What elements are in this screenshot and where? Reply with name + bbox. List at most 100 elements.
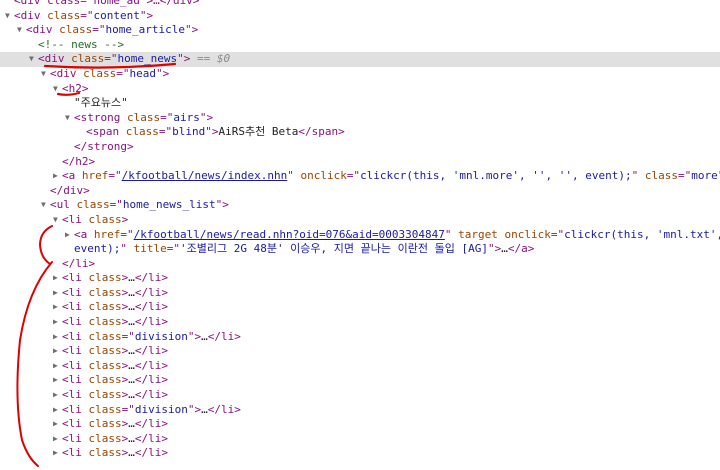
token-an: class	[71, 52, 105, 66]
expand-triangle-closed-icon[interactable]: ▶	[53, 417, 62, 432]
token-av: more	[691, 169, 718, 183]
dom-node[interactable]: </div>	[0, 184, 720, 199]
token-tag: ="	[121, 402, 135, 416]
dom-node[interactable]: ▶ <li class="division">…</li>	[0, 403, 720, 418]
token-link[interactable]: /kfootball/news/read.nhn?oid=076&aid=000…	[134, 228, 445, 241]
expand-triangle-closed-icon[interactable]: ▶	[53, 388, 62, 403]
dom-node[interactable]: ▼ <div class="head">	[0, 67, 720, 82]
dom-node[interactable]: ▼ <ul class="home_news_list">	[0, 198, 720, 213]
dom-node[interactable]: ▶ <li class>…</li>	[0, 286, 720, 301]
token-ell: …	[128, 344, 135, 358]
token-tag: <li	[62, 315, 89, 329]
dom-node[interactable]: ▶ <li class>…</li>	[0, 446, 720, 461]
token-tag: <div	[14, 8, 48, 22]
token-tag: ="	[346, 169, 361, 183]
dom-node[interactable]: ▶ <li class="division">…</li>	[0, 330, 720, 345]
token-tag: ="	[677, 169, 692, 183]
dom-node[interactable]: ▶ <li class>…</li>	[0, 271, 720, 286]
token-tag: ">	[215, 198, 229, 212]
token-tag: "	[631, 169, 645, 183]
dom-node[interactable]: <!-- news -->	[0, 38, 720, 53]
expand-triangle-open-icon[interactable]: ▼	[65, 111, 74, 126]
expand-triangle-closed-icon[interactable]: ▶	[53, 432, 62, 447]
expand-triangle-closed-icon[interactable]: ▶	[53, 373, 62, 388]
token-an: class	[644, 169, 678, 183]
expand-triangle-closed-icon[interactable]: ▶	[53, 403, 62, 418]
dom-node[interactable]: ▶ <li class>…</li>	[0, 344, 720, 359]
dom-node[interactable]: ▶ <a href="/kfootball/news/read.nhn?oid=0…	[0, 228, 720, 243]
expand-triangle-open-icon[interactable]: ▼	[53, 82, 62, 97]
dom-node[interactable]: ▼ <h2>	[0, 82, 720, 97]
dom-node[interactable]: "주요뉴스"	[0, 96, 720, 111]
token-tag: </li>	[207, 402, 241, 416]
token-an: class	[88, 212, 122, 226]
dom-node[interactable]: </li>	[0, 257, 720, 272]
token-tag: <li	[62, 285, 89, 299]
token-tag: </h2>	[62, 154, 96, 168]
expand-triangle-closed-icon[interactable]: ▶	[65, 228, 74, 243]
token-an: class	[88, 315, 122, 329]
dom-node[interactable]: ▼ <li class>	[0, 213, 720, 228]
dom-node[interactable]: event);" title="'조별리그 2G 48분' 이승우, 지면 끝나…	[0, 242, 720, 257]
expand-triangle-open-icon[interactable]: ▼	[41, 198, 50, 213]
token-an: class	[88, 358, 122, 372]
token-tag: <li	[62, 358, 89, 372]
dom-node[interactable]: ▶ <li class>…</li>	[0, 373, 720, 388]
expand-triangle-open-icon[interactable]: ▼	[29, 52, 38, 67]
expand-triangle-closed-icon[interactable]: ▶	[53, 300, 62, 315]
expand-triangle-closed-icon[interactable]: ▶	[53, 446, 62, 461]
token-tag: ">	[187, 402, 202, 416]
token-tag: </li>	[62, 256, 96, 270]
dom-node[interactable]: ▶ <li class>…</li>	[0, 417, 720, 432]
token-an: onclick	[504, 227, 551, 241]
token-tag: </li>	[134, 417, 168, 431]
expand-triangle-closed-icon[interactable]: ▶	[53, 315, 62, 330]
dom-node[interactable]: ▼ <div class="content">	[0, 9, 720, 24]
token-tag: ">	[205, 125, 219, 139]
token-link[interactable]: /kfootball/news/index.nhn	[122, 169, 288, 182]
token-tag: ">	[177, 52, 191, 66]
token-av: clickcr(this, 'mnl.txt', '880000D3	[564, 227, 720, 241]
dom-node[interactable]: ▶ <li class>…</li>	[0, 432, 720, 447]
expand-triangle-closed-icon[interactable]: ▶	[53, 344, 62, 359]
expand-triangle-closed-icon[interactable]: ▶	[53, 169, 62, 184]
token-tag: <div class="home_ad">…</div>	[14, 0, 200, 7]
token-tag: <h2>	[62, 81, 89, 95]
expand-triangle-open-icon[interactable]: ▼	[17, 23, 26, 38]
dom-node[interactable]: <div class="home_ad">…</div>	[0, 0, 720, 9]
dom-node[interactable]: ▶ <li class>…</li>	[0, 359, 720, 374]
expand-triangle-open-icon[interactable]: ▼	[53, 213, 62, 228]
token-tag: <li	[62, 344, 89, 358]
token-tag: ">	[139, 8, 154, 22]
token-tag: <div	[26, 23, 60, 37]
token-an: onclick	[300, 169, 347, 183]
token-tag: ="	[120, 227, 134, 241]
token-an: class	[88, 431, 122, 445]
dom-node[interactable]: ▼ <strong class="airs">	[0, 111, 720, 126]
dom-node[interactable]: </strong>	[0, 140, 720, 155]
dom-node[interactable]: ▶ <li class>…</li>	[0, 388, 720, 403]
token-tag: <a	[74, 227, 94, 241]
dom-node[interactable]: ▶ <li class>…</li>	[0, 300, 720, 315]
dom-node[interactable]: ▶ <li class>…</li>	[0, 315, 720, 330]
token-an: class	[59, 23, 93, 37]
expand-triangle-open-icon[interactable]: ▼	[41, 67, 50, 82]
token-an: class	[88, 373, 122, 387]
dom-node[interactable]: </h2>	[0, 155, 720, 170]
token-tag: <li	[62, 271, 89, 285]
dom-node[interactable]: ▼ <div class="home_article">	[0, 23, 720, 38]
token-an: class	[88, 271, 122, 285]
token-tag	[498, 228, 505, 241]
expand-triangle-closed-icon[interactable]: ▶	[53, 330, 62, 345]
token-tag: </li>	[134, 446, 168, 460]
dom-node-selected[interactable]: ▼ <div class="home_news"> == $0	[0, 52, 720, 67]
expand-triangle-closed-icon[interactable]: ▶	[53, 286, 62, 301]
token-av: airs	[173, 110, 200, 124]
dom-node[interactable]: <span class="blind">AiRS추천 Beta</span>	[0, 125, 720, 140]
expand-triangle-closed-icon[interactable]: ▶	[53, 359, 62, 374]
expand-triangle-closed-icon[interactable]: ▶	[53, 271, 62, 286]
dom-node[interactable]: ▶ <a href="/kfootball/news/index.nhn" onc…	[0, 169, 720, 184]
token-tag: "	[120, 242, 134, 256]
token-an: class	[88, 402, 122, 416]
expand-triangle-open-icon[interactable]: ▼	[5, 9, 14, 24]
